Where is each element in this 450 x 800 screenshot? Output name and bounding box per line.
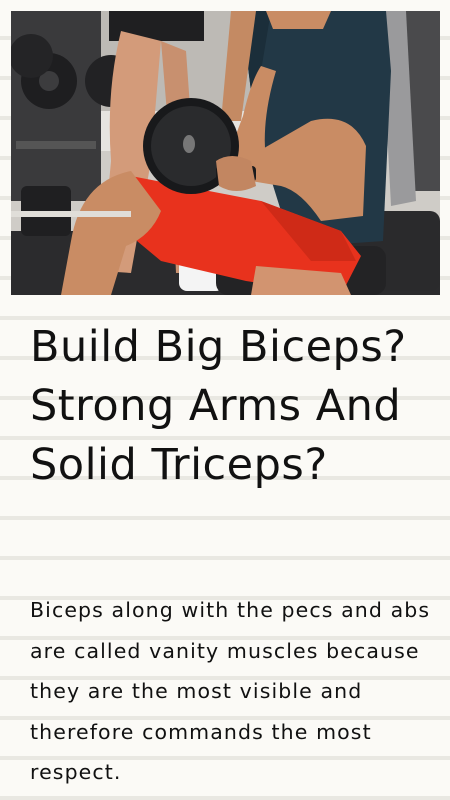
article-body: Biceps along with the pecs and abs are c… [30, 598, 431, 784]
hero-image [11, 11, 440, 295]
article-headline: Build Big Biceps? Strong Arms And Solid … [30, 322, 407, 490]
dumbbell-curl-photo [11, 11, 440, 295]
